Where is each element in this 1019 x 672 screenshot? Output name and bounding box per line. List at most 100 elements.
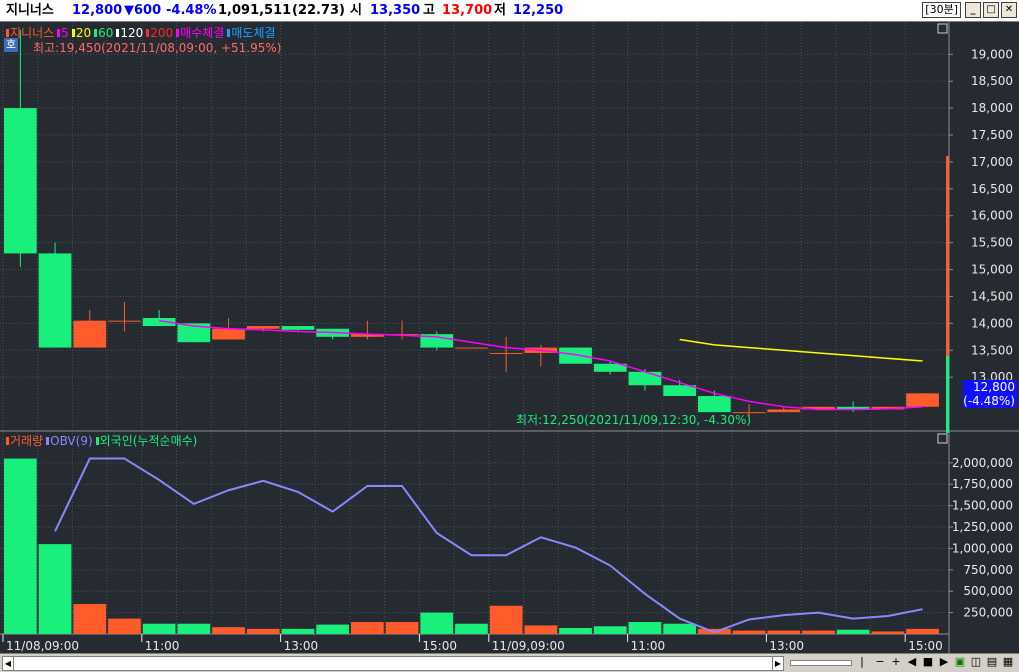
candle-body xyxy=(628,371,662,386)
price-legend-item[interactable]: 200 xyxy=(146,26,173,40)
save-icon[interactable]: ◫ xyxy=(970,656,982,668)
candle-body xyxy=(108,320,141,322)
volume-legend-swatch xyxy=(95,437,99,445)
close-button[interactable]: ✕ xyxy=(1001,2,1017,18)
stop-icon[interactable]: ■ xyxy=(922,656,934,668)
turnover-rate: (22.73) xyxy=(292,3,346,18)
volume-legend-item[interactable]: 외국인(누적순매수) xyxy=(95,432,198,449)
chart-area[interactable]: 19,000 18,500 18,000 17,500 17,000 16,500 16,0… xyxy=(0,22,1019,653)
print-icon[interactable]: ▤ xyxy=(986,656,998,668)
price-legend-swatch xyxy=(6,29,9,37)
price-pane-close-icon[interactable] xyxy=(937,23,948,34)
candle-body xyxy=(38,253,72,348)
candle-body xyxy=(4,108,37,254)
restore-button[interactable]: □ xyxy=(983,2,999,18)
volume-bar xyxy=(281,628,315,634)
volume-legend-item[interactable]: OBV(9) xyxy=(46,434,93,448)
volume-bar xyxy=(385,622,419,634)
volume-tick-label: 250,000 xyxy=(963,606,1013,620)
price-legend-label: 60 xyxy=(98,25,114,40)
zoom-slider[interactable] xyxy=(790,660,852,666)
volume-bar xyxy=(142,623,176,634)
scroll-left-icon[interactable]: ◀ xyxy=(906,656,918,668)
volume-legend-item[interactable]: 거래량 xyxy=(6,432,43,449)
price-legend-label: 20 xyxy=(75,25,92,40)
current-percent-label: (-4.48%) xyxy=(963,394,1015,408)
period-selector[interactable]: [30분] xyxy=(922,2,961,18)
price-legend-label: 5 xyxy=(61,25,69,40)
high-price-note: 최고:19,450(2021/11/08,09:00, +51.95%) xyxy=(33,41,282,55)
price-tick-label: 18,500 xyxy=(971,74,1013,88)
volume-bar xyxy=(177,623,211,634)
footer-toolbar: ◀ ▶ | − + ◀ ■ ▶ ▣ ◫ ▤ ▦ xyxy=(0,653,1019,672)
volume-bar xyxy=(628,622,662,634)
low-price-note: 최저:12,250(2021/11/09,12:30, -4.30%) xyxy=(516,413,752,427)
export-excel-icon[interactable]: ▣ xyxy=(954,656,966,668)
hoga-badge[interactable]: 호 xyxy=(4,38,18,52)
price-legend-item[interactable]: 5 xyxy=(57,26,69,40)
scroll-right-icon[interactable]: ▶ xyxy=(938,656,950,668)
volume-bar xyxy=(420,612,454,634)
high-label: 고 xyxy=(423,3,435,18)
x-tick-label: 15:00 xyxy=(422,639,457,653)
price-legend-label: 120 xyxy=(120,25,144,40)
volume-tick-label: 1,000,000 xyxy=(952,541,1013,555)
price-legend-item[interactable]: 60 xyxy=(94,26,113,40)
window-controls: [30분] _ □ ✕ xyxy=(922,2,1017,18)
volume-legend-label: 거래량 xyxy=(10,434,44,448)
slider-handle-icon[interactable]: | xyxy=(856,656,868,668)
stock-name[interactable]: 지니너스 xyxy=(6,0,54,21)
volume-legend-swatch xyxy=(6,437,9,445)
price-tick-label: 13,500 xyxy=(971,343,1013,357)
price-legend-label: 매도체결 xyxy=(231,26,276,40)
sell-execution-bar xyxy=(946,356,949,433)
volume-bar xyxy=(38,544,72,634)
scroll-left-arrow[interactable]: ◀ xyxy=(3,657,14,670)
price-legend-swatch xyxy=(116,28,120,37)
x-tick-labels: 11/08,09:00 11:00 13:00 15:00 11/09,09:00 11:… xyxy=(2,634,943,653)
volume-legend-label: 외국인(누적순매수) xyxy=(99,434,198,448)
volume-tick-label: 1,750,000 xyxy=(952,477,1013,491)
volume-bar xyxy=(802,630,835,634)
open-label: 시 xyxy=(350,3,362,18)
x-tick-label: 13:00 xyxy=(284,639,319,653)
candle-body xyxy=(281,326,315,330)
trade-volume: 1,091,511 xyxy=(218,3,292,18)
current-price-label: 12,800 xyxy=(973,380,1015,394)
scroll-right-arrow[interactable]: ▶ xyxy=(772,657,783,670)
minimize-button[interactable]: _ xyxy=(965,2,981,18)
price-tick-label: 19,000 xyxy=(971,47,1013,61)
stock-header: 지니너스 12,800 ▼600 -4.48% 1,091,511 (22.73… xyxy=(0,0,1019,22)
volume-pane-close-icon[interactable] xyxy=(937,433,948,444)
zoom-in-icon[interactable]: + xyxy=(890,656,902,668)
candle-body xyxy=(489,352,523,354)
volume-bar xyxy=(559,628,592,634)
volume-tick-label: 750,000 xyxy=(963,563,1013,577)
volume-bar xyxy=(455,623,488,634)
chart-canvas[interactable]: 19,000 18,500 18,000 17,500 17,000 16,500 16,0… xyxy=(0,22,1019,653)
volume-bar xyxy=(836,629,870,634)
y-axis-panel xyxy=(949,22,1019,653)
candle-body xyxy=(246,326,280,329)
volume-bar xyxy=(767,630,801,634)
price-tick-label: 14,500 xyxy=(971,289,1013,303)
volume-bar xyxy=(4,458,37,634)
settings-icon[interactable]: ▦ xyxy=(1002,656,1014,668)
price-legend-item[interactable]: 20 xyxy=(71,25,92,40)
high-price: 13,700 xyxy=(442,3,493,18)
change-percent: -4.48% xyxy=(166,3,217,18)
volume-bar xyxy=(524,625,558,634)
price-legend-swatch xyxy=(227,29,231,37)
x-tick-label: 13:00 xyxy=(769,639,804,653)
price-tick-label: 17,000 xyxy=(971,155,1013,169)
x-tick-label: 11/08,09:00 xyxy=(6,639,79,653)
price-legend-item[interactable]: 120 xyxy=(116,26,143,40)
volume-legend-label: OBV(9) xyxy=(50,433,93,448)
horizontal-scrollbar[interactable]: ◀ ▶ xyxy=(2,656,784,671)
zoom-out-icon[interactable]: − xyxy=(874,656,886,668)
price-change: ▼600 xyxy=(124,3,162,18)
volume-legend: 거래량 OBV(9) 외국인(누적순매수) xyxy=(6,432,197,449)
volume-tick-label: 1,250,000 xyxy=(952,520,1013,534)
volume-bar xyxy=(663,623,696,634)
candle-body xyxy=(698,396,731,413)
